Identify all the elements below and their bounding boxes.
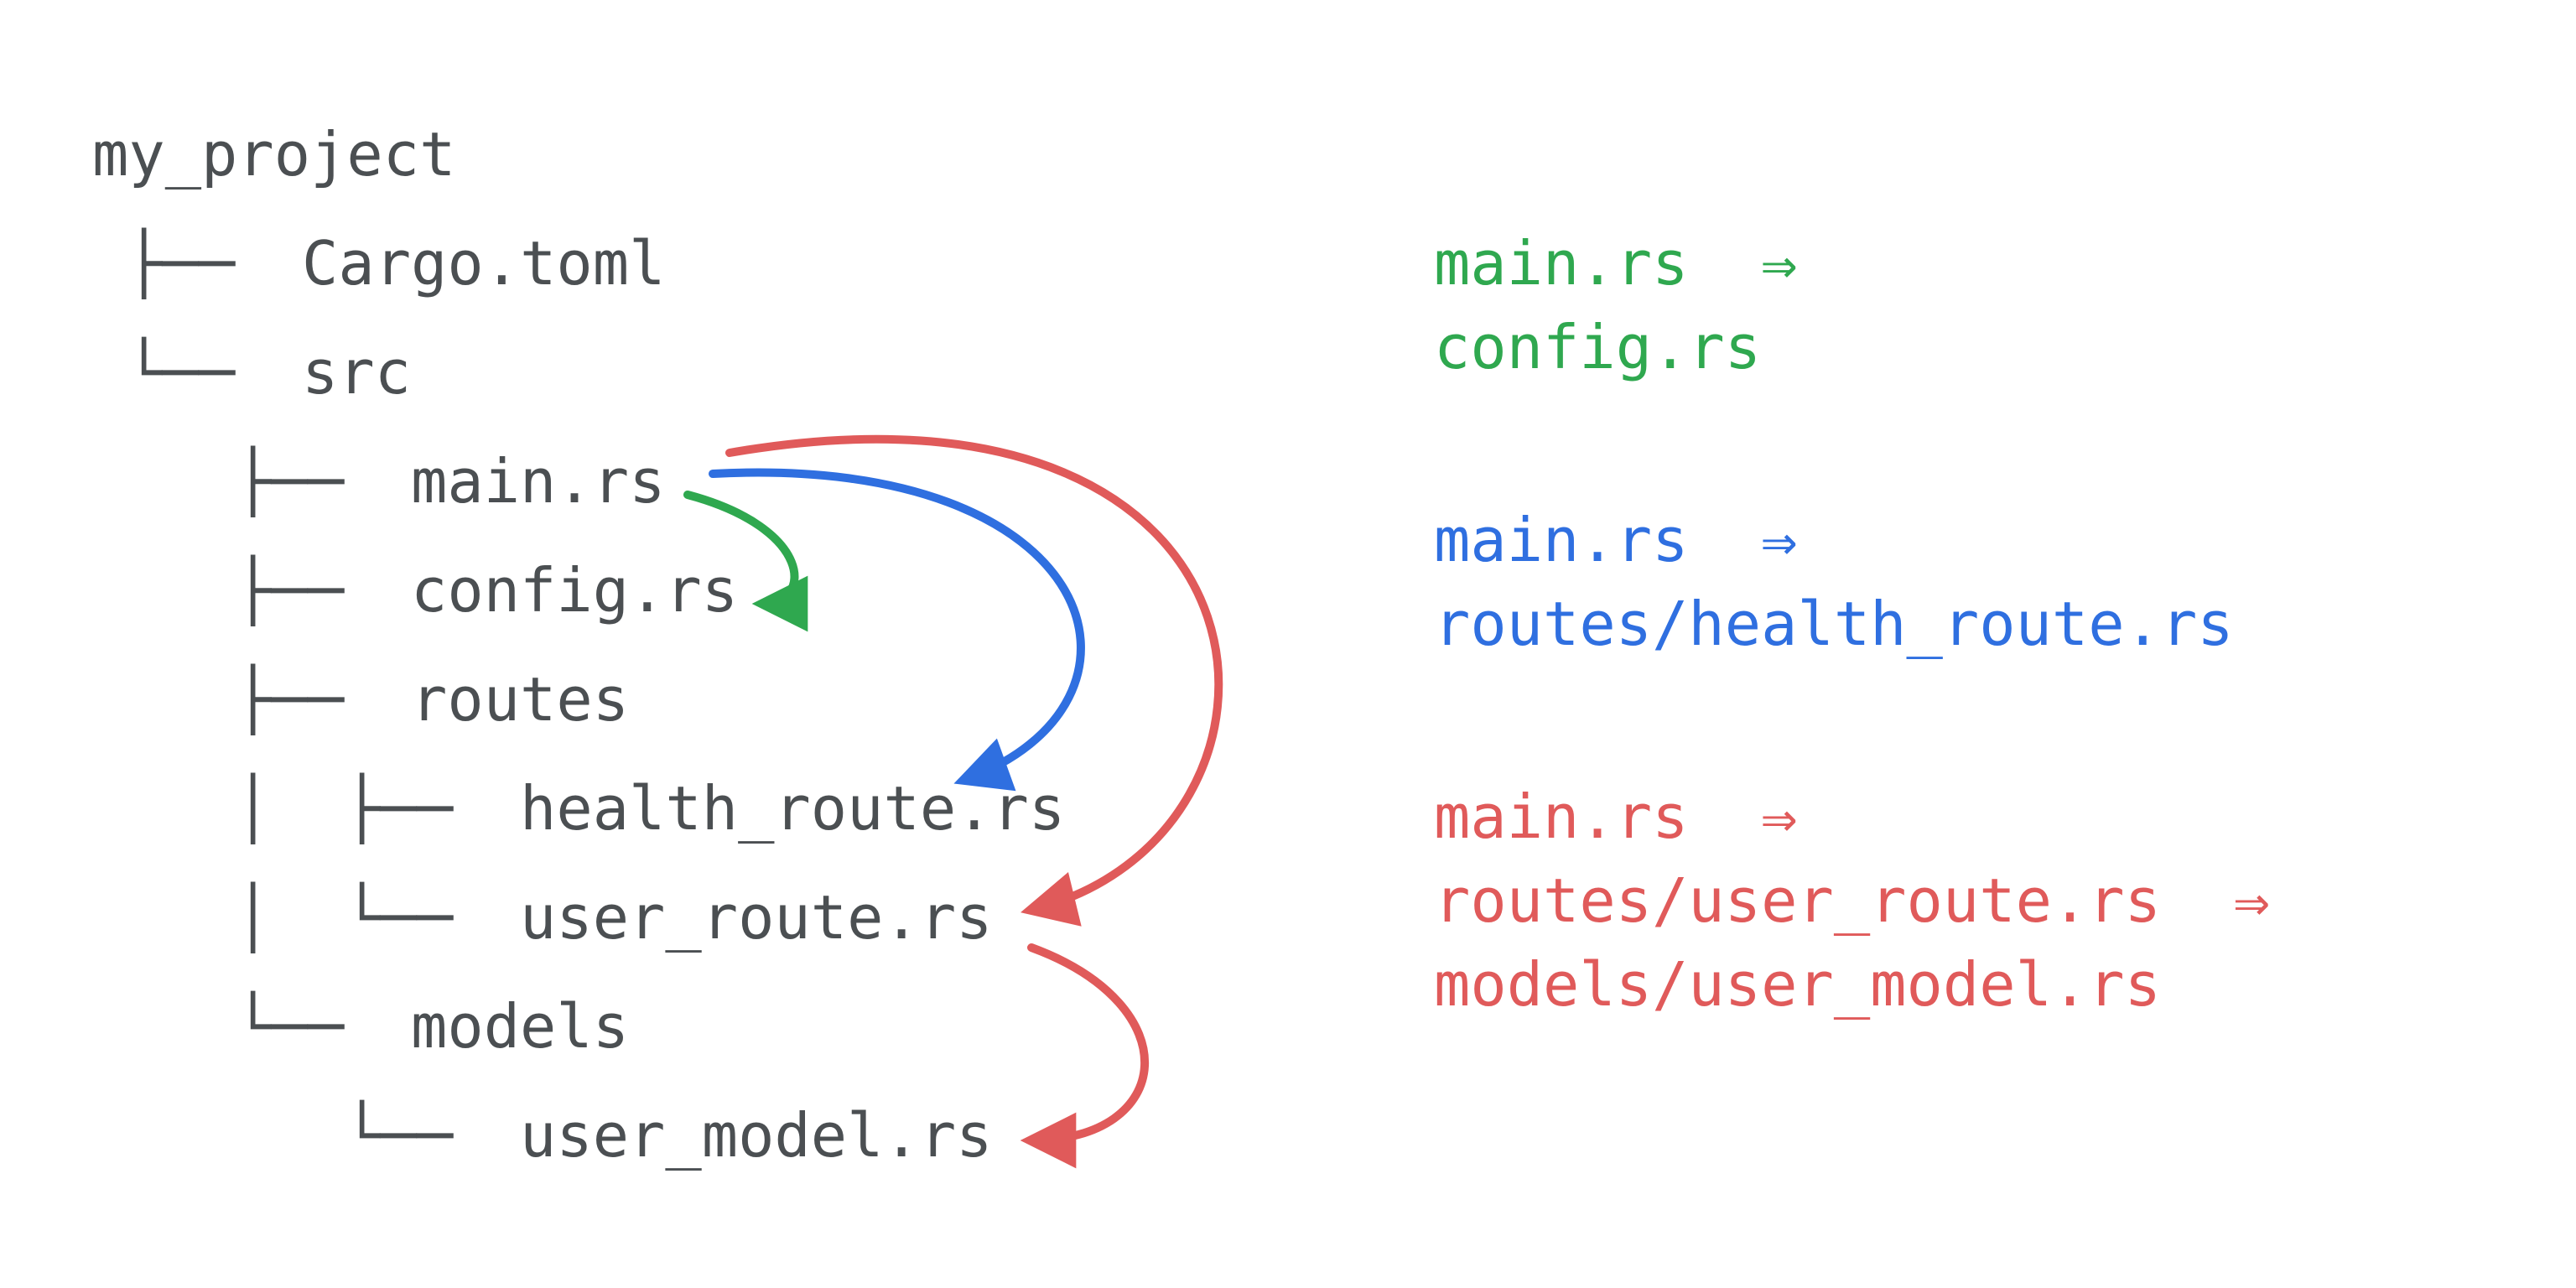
tree-vbar-2: │ [235, 887, 271, 948]
tree-file-usermodel: user_model.rs [520, 1105, 993, 1166]
tree-vbar-1: │ [235, 778, 271, 839]
tree-branch-health: ├── [344, 778, 453, 839]
tree-file-config: config.rs [411, 560, 738, 621]
legend-blue-l2: routes/health_route.rs [1434, 594, 2234, 654]
tree-root: my_project [92, 124, 455, 184]
diagram-stage: my_project ├── Cargo.toml └── src ├── ma… [0, 0, 2576, 1288]
arrow-main-to-health [713, 473, 1081, 780]
arrow-userroute-to-usermodel [1031, 948, 1145, 1140]
tree-branch-src: └── [126, 342, 235, 402]
legend-red-l1: main.rs ⇒ [1434, 787, 1797, 847]
legend-green-l1: main.rs ⇒ [1434, 233, 1797, 293]
tree-branch-usermodel: └── [344, 1105, 453, 1166]
tree-file-userroute: user_route.rs [520, 887, 993, 948]
tree-branch-main: ├── [235, 451, 344, 512]
tree-branch-config: ├── [235, 560, 344, 621]
tree-branch-models: └── [235, 996, 344, 1057]
tree-file-main: main.rs [411, 451, 665, 512]
tree-dir-src: src [302, 342, 411, 402]
legend-red-l3: models/user_model.rs [1434, 954, 2161, 1015]
tree-branch-userroute: └── [344, 887, 453, 948]
legend-blue-l1: main.rs ⇒ [1434, 510, 1797, 570]
tree-dir-routes: routes [411, 669, 629, 730]
legend-red-l2: routes/user_route.rs ⇒ [1434, 870, 2270, 931]
tree-branch-routes: ├── [235, 669, 344, 730]
legend-green-l2: config.rs [1434, 317, 1761, 377]
tree-file-health: health_route.rs [520, 778, 1065, 839]
tree-file-cargo: Cargo.toml [302, 233, 665, 293]
tree-dir-models: models [411, 996, 629, 1057]
tree-branch-cargo: ├── [126, 233, 235, 293]
